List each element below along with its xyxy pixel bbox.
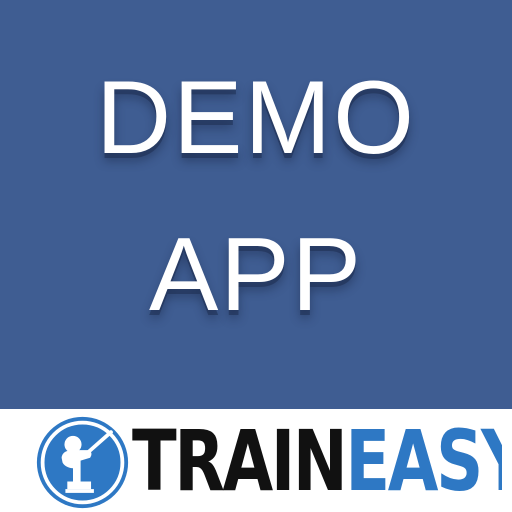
brand-wordmark-easy: EASY — [345, 415, 502, 508]
teacher-pointer-icon — [36, 416, 129, 509]
brand-wordmark: TRAINEASY — [132, 415, 502, 508]
title-line-app: APP — [148, 217, 364, 333]
brand-wordmark-train: TRAIN — [132, 415, 348, 508]
title-panel: DEMO APP — [0, 0, 512, 409]
title-line-demo: DEMO — [96, 60, 416, 176]
app-icon: DEMO APP TRAINEASY — [0, 0, 512, 512]
